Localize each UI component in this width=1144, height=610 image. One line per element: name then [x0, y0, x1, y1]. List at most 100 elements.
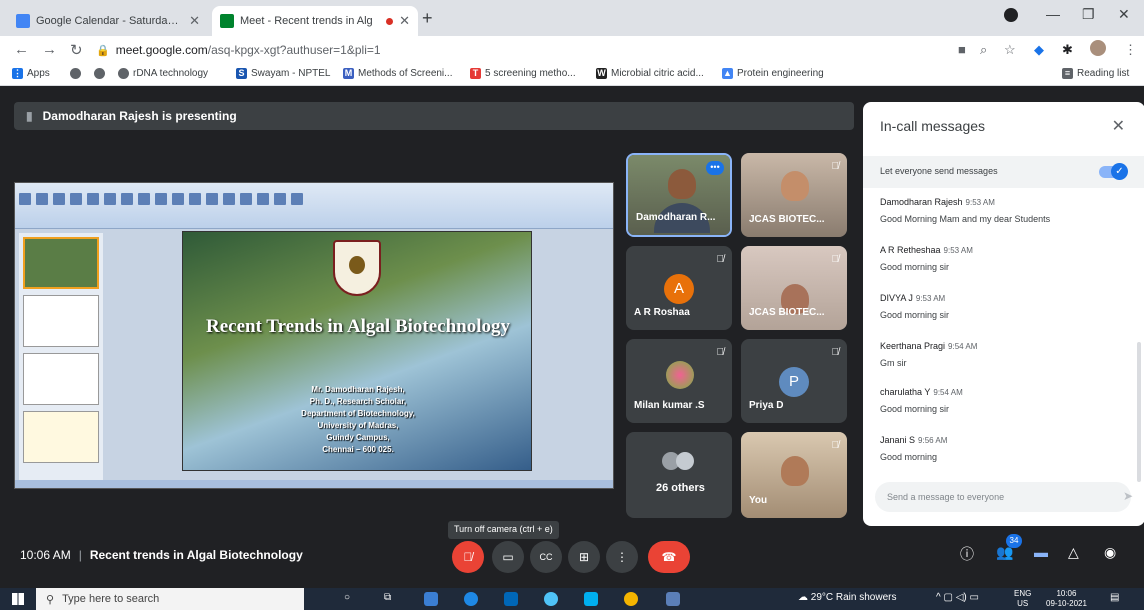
- present-screen-button[interactable]: ⊞: [568, 541, 600, 573]
- apps-grid-icon: ⋮: [12, 68, 23, 79]
- zoom-icon[interactable]: ⌕: [980, 42, 987, 58]
- taskbar-search[interactable]: ⚲ Type here to search: [36, 588, 304, 610]
- skype-icon[interactable]: [584, 592, 598, 606]
- extension-icon[interactable]: ◆: [1034, 42, 1044, 58]
- chat-icon[interactable]: ▬: [1034, 544, 1048, 560]
- close-icon[interactable]: ✕: [1112, 116, 1125, 136]
- bookmark-apps[interactable]: ⋮ Apps: [12, 68, 50, 79]
- meeting-details-icon[interactable]: ⓘ: [960, 544, 974, 564]
- back-icon[interactable]: ←: [14, 41, 29, 58]
- file-explorer-icon[interactable]: [424, 592, 438, 606]
- clock-date: 09-10-2021: [1046, 599, 1087, 608]
- participant-tile[interactable]: 🎙̸ JCAS BIOTEC...: [741, 246, 847, 330]
- more-options-icon[interactable]: •••: [706, 161, 724, 175]
- window-close-button[interactable]: ✕: [1118, 6, 1130, 23]
- chat-message-input[interactable]: Send a message to everyone: [875, 482, 1131, 512]
- host-controls-icon[interactable]: ◉: [1104, 544, 1116, 561]
- ppt-status-bar: [15, 480, 613, 488]
- input-placeholder: Send a message to everyone: [887, 492, 1005, 502]
- maximize-button[interactable]: ❐: [1082, 6, 1095, 23]
- clock-time: 10:06: [1056, 589, 1077, 598]
- meet-favicon-icon: [220, 14, 234, 28]
- globe-icon[interactable]: [94, 68, 105, 79]
- tray-icons[interactable]: ^ ▢ ◁) ▭: [936, 592, 979, 603]
- chat-message: DIVYA J 9:53 AM Good morning sir: [880, 288, 1120, 320]
- participant-tile[interactable]: ••• Damodharan R...: [626, 153, 732, 237]
- participant-name: Damodharan R...: [636, 212, 716, 223]
- bookmark-rdna[interactable]: rDNA technology: [118, 68, 208, 79]
- tab-google-calendar[interactable]: Google Calendar - Saturday, Oc ✕: [8, 6, 208, 36]
- lock-icon: 🔒: [96, 44, 110, 57]
- system-clock[interactable]: 10:06 09-10-2021: [1046, 589, 1087, 609]
- extensions-puzzle-icon[interactable]: ✱: [1062, 42, 1073, 58]
- participant-name: Priya D: [749, 400, 784, 411]
- camera-button[interactable]: ▭: [492, 541, 524, 573]
- minimize-button[interactable]: —: [1046, 6, 1060, 22]
- camera-in-use-icon[interactable]: ■: [958, 42, 966, 57]
- participant-tile[interactable]: 🎙̸ Milan kumar .S: [626, 339, 732, 423]
- cortana-icon[interactable]: ○: [344, 592, 350, 603]
- participant-tile[interactable]: A 🎙̸ A R Roshaa: [626, 246, 732, 330]
- send-messages-toggle[interactable]: [1099, 163, 1128, 180]
- tab-close-icon[interactable]: ✕: [189, 13, 200, 29]
- participant-tile[interactable]: 🎙̸ JCAS BIOTEC...: [741, 153, 847, 237]
- chrome-icon[interactable]: [624, 592, 638, 606]
- participant-name: A R Roshaa: [634, 307, 690, 318]
- windows-start-icon[interactable]: [12, 593, 24, 605]
- bookmark-methods[interactable]: M Methods of Screeni...: [343, 68, 453, 79]
- meeting-clock: 10:06 AM: [20, 548, 71, 562]
- bookmark-screening[interactable]: T5 screening metho...: [470, 68, 576, 79]
- participant-tile[interactable]: P 🎙̸ Priya D: [741, 339, 847, 423]
- tab-close-icon[interactable]: ✕: [399, 13, 410, 29]
- message-time: 9:54 AM: [933, 388, 963, 397]
- bookmark-protein[interactable]: ▲ Protein engineering: [722, 68, 824, 79]
- new-tab-button[interactable]: +: [422, 8, 433, 29]
- weather-app-icon[interactable]: [544, 592, 558, 606]
- chat-message: Damodharan Rajesh 9:53 AM Good Morning Ma…: [880, 192, 1120, 224]
- reload-icon[interactable]: ↻: [70, 41, 83, 59]
- participant-avatar: A: [664, 274, 694, 304]
- profile-icon[interactable]: [1004, 8, 1018, 22]
- message-time: 9:54 AM: [948, 342, 978, 351]
- leave-call-button[interactable]: ☎: [648, 541, 690, 573]
- people-count-badge: 34: [1006, 534, 1022, 548]
- edge-icon[interactable]: [464, 592, 478, 606]
- account-avatar[interactable]: [1090, 40, 1106, 56]
- address-bar[interactable]: 🔒 meet.google.com/asq-kpgx-xgt?authuser=…: [96, 39, 956, 61]
- more-options-button[interactable]: ⋮: [606, 541, 638, 573]
- chat-scrollbar[interactable]: [1137, 342, 1141, 482]
- bookmark-star-icon[interactable]: ☆: [1004, 42, 1016, 58]
- menu-kebab-icon[interactable]: ⋮: [1124, 42, 1137, 58]
- bookmarks-bar: ⋮ Apps rDNA technology S Swayam - NPTEL MM…: [0, 64, 1144, 86]
- chat-panel: In-call messages ✕ Let everyone send mes…: [863, 102, 1144, 526]
- presenting-banner: ▮ Damodharan Rajesh is presenting: [14, 102, 854, 130]
- tab-google-meet[interactable]: Meet - Recent trends in Alg ✕: [212, 6, 418, 36]
- presentation-slide: Recent Trends in Algal Biotechnology Mr.…: [182, 231, 532, 471]
- bookmark-citric[interactable]: W Microbial citric acid...: [596, 68, 704, 79]
- present-icon: ▮: [26, 109, 33, 123]
- task-view-icon[interactable]: ⧉: [384, 592, 391, 603]
- captions-button[interactable]: CC: [530, 541, 562, 573]
- reading-list-button[interactable]: ≡ Reading list: [1062, 68, 1129, 79]
- participant-name: You: [749, 495, 768, 506]
- others-tile[interactable]: 26 others: [626, 432, 732, 518]
- self-tile[interactable]: 🎙̸ You: [741, 432, 847, 518]
- language-indicator[interactable]: ENG US: [1014, 589, 1031, 609]
- bookmark-swayam[interactable]: S Swayam - NPTEL: [236, 68, 330, 79]
- activities-icon[interactable]: △: [1068, 544, 1079, 561]
- weather-widget[interactable]: ☁ 29°C Rain showers: [798, 592, 896, 603]
- photos-icon[interactable]: [666, 592, 680, 606]
- mic-off-icon: 🎙̸: [716, 347, 725, 358]
- globe-icon[interactable]: [70, 68, 81, 79]
- message-sender: Keerthana Pragi: [880, 341, 946, 351]
- toggle-label: Let everyone send messages: [880, 166, 998, 176]
- forward-icon[interactable]: →: [42, 41, 57, 58]
- meeting-info: 10:06 AM | Recent trends in Algal Biotechn…: [20, 548, 303, 562]
- mic-off-icon: 🎙̸: [831, 347, 840, 358]
- store-icon[interactable]: [504, 592, 518, 606]
- message-sender: DIVYA J: [880, 293, 913, 303]
- notification-icon[interactable]: ▤: [1110, 592, 1119, 603]
- google-drive-icon: ▲: [722, 68, 733, 79]
- send-icon[interactable]: ➤: [1123, 489, 1133, 503]
- mic-off-button[interactable]: 🎙̸: [452, 541, 484, 573]
